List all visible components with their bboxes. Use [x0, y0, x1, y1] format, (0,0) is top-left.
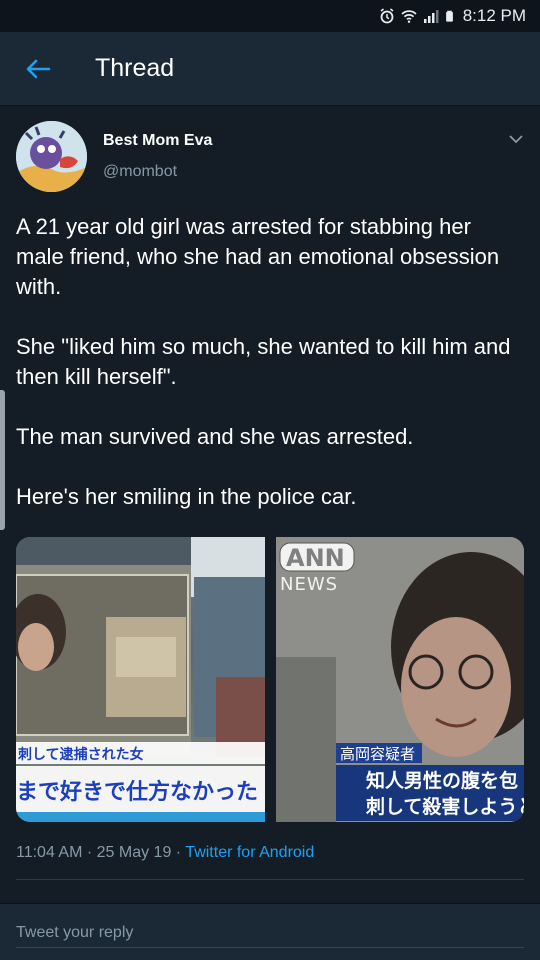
back-button[interactable] — [18, 52, 58, 86]
status-bar: 8:12 PM — [0, 0, 540, 32]
media-image-left[interactable]: 刺して逮捕された女 まで好きで仕方なかった — [16, 537, 265, 822]
news-logo-top: ANN — [286, 544, 345, 572]
avatar-image-icon — [16, 121, 87, 192]
tweet-client-link[interactable]: Twitter for Android — [185, 844, 314, 861]
status-icons: 8:12 PM — [379, 6, 526, 26]
avatar[interactable] — [16, 121, 87, 192]
battery-icon — [445, 10, 453, 22]
tweet-date: 25 May 19 — [96, 844, 172, 861]
tweet-text: A 21 year old girl was arrested for stab… — [16, 212, 524, 542]
divider — [16, 879, 524, 880]
tweet-paragraph: Here's her smiling in the police car. — [16, 484, 357, 509]
separator: · — [171, 844, 186, 861]
status-time: 8:12 PM — [462, 6, 526, 25]
edge-scroll-handle[interactable] — [0, 390, 5, 530]
police-car-tv-still-icon: 刺して逮捕された女 まで好きで仕方なかった — [16, 537, 265, 822]
wifi-icon — [401, 10, 417, 23]
app-header: Thread — [0, 32, 540, 106]
tweet-card: Best Mom Eva @mombot A 21 year old girl … — [0, 107, 540, 902]
arrow-left-icon — [26, 59, 51, 79]
tweet-metadata: 11:04 AM · 25 May 19 · Twitter for Andro… — [16, 844, 314, 862]
tweet-time: 11:04 AM — [16, 844, 83, 861]
news-caption-line1: 知人男性の腹を包 — [366, 769, 518, 792]
news-still-icon: ANN NEWS 高岡容疑者 知人男性の腹を包 刺して殺害しようとし — [275, 537, 524, 822]
user-handle[interactable]: @mombot — [103, 163, 177, 181]
media-caption-bottom: まで好きで仕方なかった — [16, 779, 258, 805]
news-tag: 高岡容疑者 — [340, 745, 415, 763]
tweet-paragraph: The man survived and she was arrested. — [16, 424, 414, 449]
reply-bar — [0, 903, 540, 960]
reply-input[interactable] — [16, 918, 524, 948]
tweet-paragraph: A 21 year old girl was arrested for stab… — [16, 214, 500, 299]
display-name[interactable]: Best Mom Eva — [103, 132, 212, 150]
alarm-icon — [380, 8, 394, 24]
page-title: Thread — [95, 54, 175, 82]
media-image-right[interactable]: ANN NEWS 高岡容疑者 知人男性の腹を包 刺して殺害しようとし — [275, 537, 524, 822]
separator: · — [82, 844, 97, 861]
news-caption-line2: 刺して殺害しようとし — [366, 795, 524, 818]
chevron-down-icon[interactable] — [506, 131, 526, 147]
media-caption-top: 刺して逮捕された女 — [18, 746, 144, 763]
tweet-media: 刺して逮捕された女 まで好きで仕方なかった ANN NEWS 高岡容疑者 知人男… — [16, 537, 524, 822]
news-logo-bottom: NEWS — [280, 574, 338, 595]
signal-icon — [423, 10, 439, 23]
tweet-paragraph: She "liked him so much, she wanted to ki… — [16, 334, 511, 389]
